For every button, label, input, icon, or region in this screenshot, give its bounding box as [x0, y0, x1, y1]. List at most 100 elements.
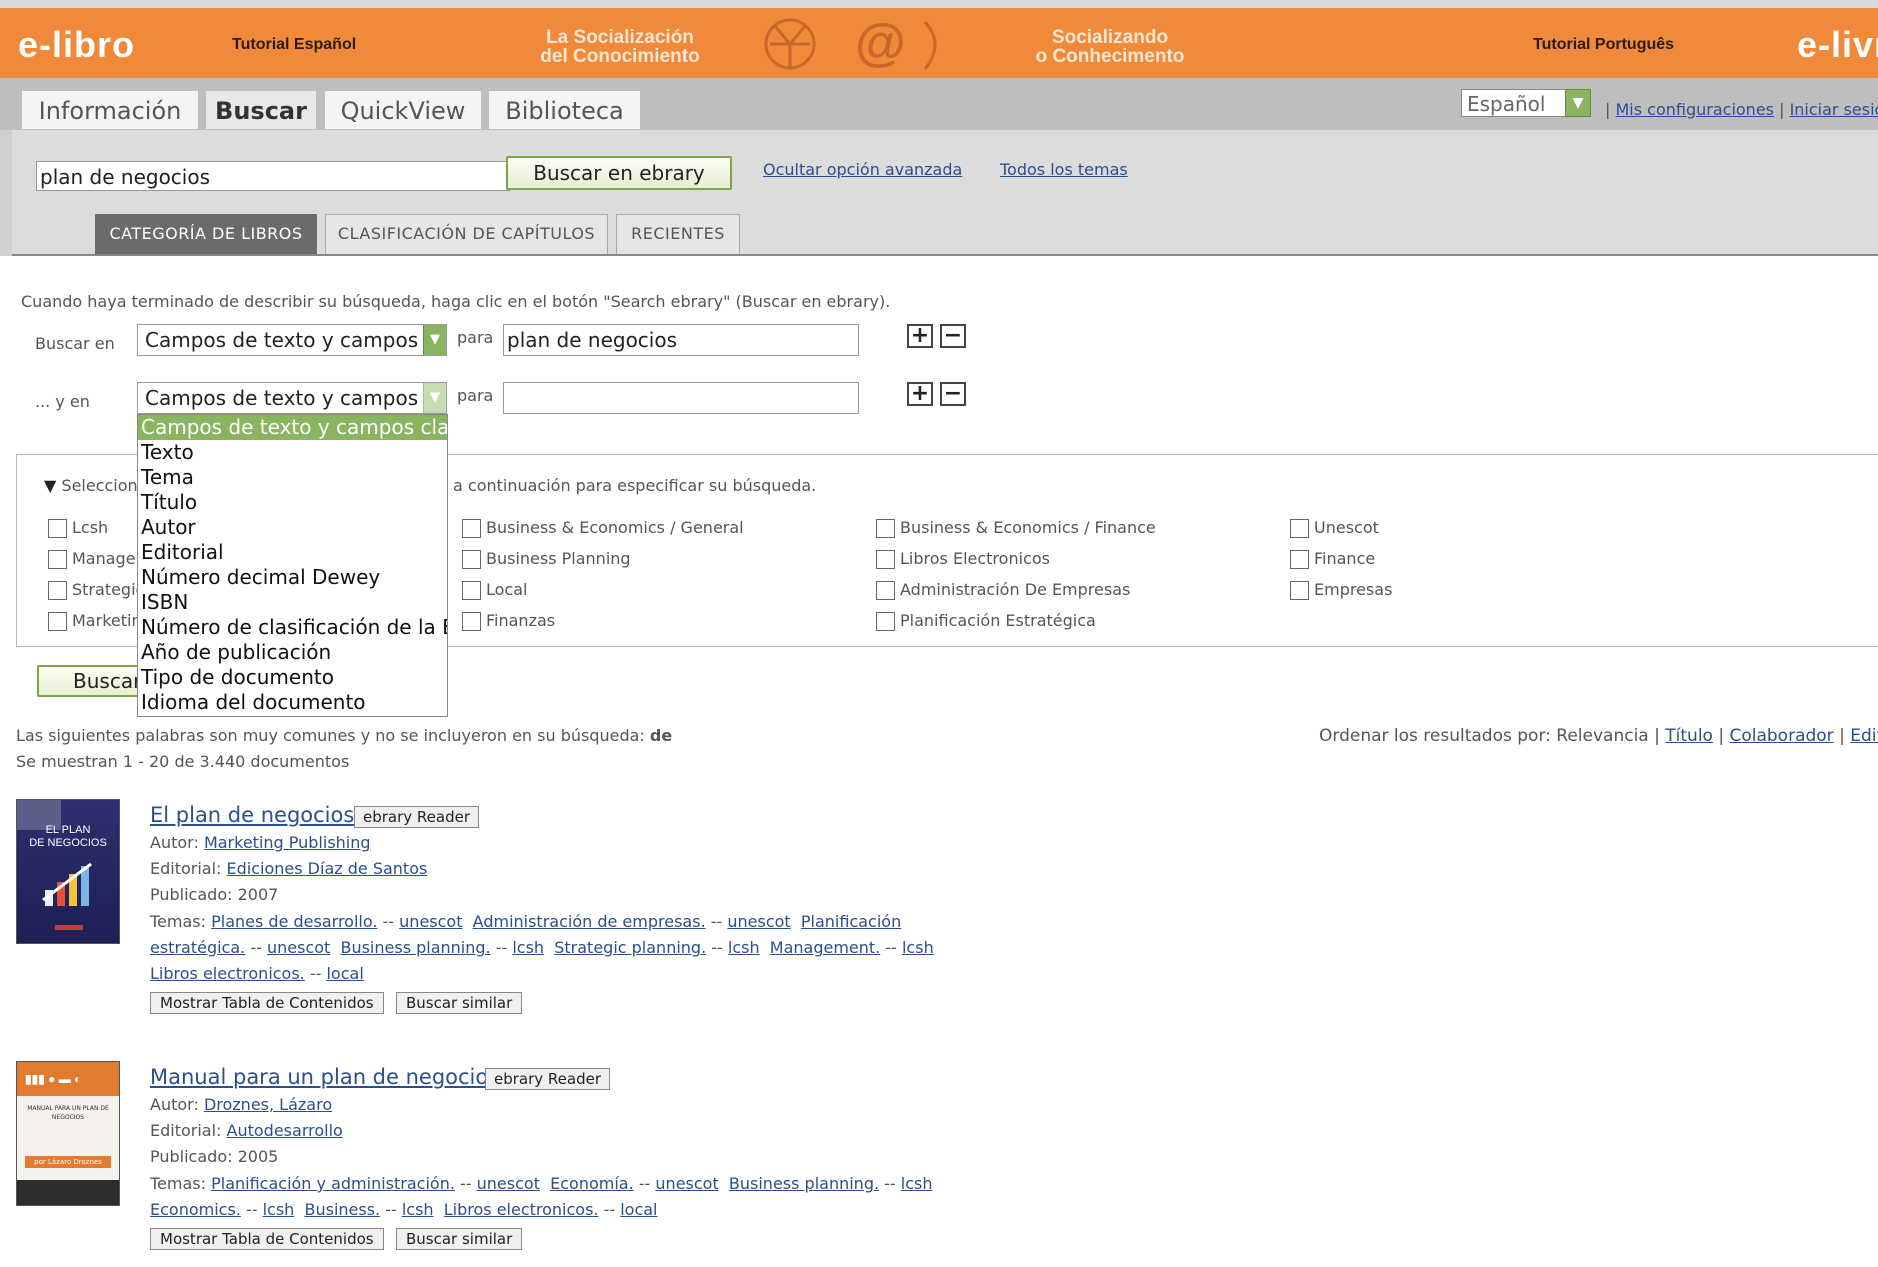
subject-link[interactable]: Economía.	[550, 1174, 634, 1193]
dropdown-option[interactable]: Tipo de documento	[138, 665, 447, 690]
logo-e-livro[interactable]: e-livro	[1797, 24, 1878, 66]
subject-source-link[interactable]: lcsh	[402, 1200, 434, 1219]
author-link[interactable]: Droznes, Lázaro	[204, 1095, 332, 1114]
subject-checkbox[interactable]	[876, 550, 895, 569]
result-title-link[interactable]: Manual para un plan de negocios	[150, 1065, 499, 1089]
iniciar-sesion-link[interactable]: Iniciar sesión	[1790, 100, 1878, 119]
subject-link[interactable]: Management.	[770, 938, 880, 957]
subject-link[interactable]: Planes de desarrollo.	[211, 912, 377, 931]
sort-editorial-link[interactable]: Editorial	[1850, 726, 1878, 746]
dropdown-option[interactable]: Autor	[138, 515, 447, 540]
ebrary-reader-button[interactable]: ebrary Reader	[354, 806, 480, 828]
search-input[interactable]: plan de negocios	[36, 161, 510, 191]
subject-link[interactable]: Planificación	[801, 912, 901, 931]
buscar-en-ebrary-button[interactable]: Buscar en ebrary	[506, 156, 732, 190]
subject-checkbox[interactable]	[48, 612, 67, 631]
subject-link[interactable]: Business planning.	[729, 1174, 879, 1193]
subject-checkbox[interactable]	[1290, 519, 1309, 538]
subject-source-link[interactable]: lcsh	[512, 938, 544, 957]
subject-checkbox[interactable]	[876, 519, 895, 538]
tab-buscar[interactable]: Buscar	[206, 91, 316, 129]
tab-categoria-de-libros[interactable]: CATEGORÍA DE LIBROS	[95, 214, 317, 254]
dropdown-option[interactable]: Número de clasificación de la Biblioteca…	[138, 615, 447, 640]
logo-e-libro[interactable]: e-libro	[18, 24, 135, 66]
subject-checkbox[interactable]	[462, 612, 481, 631]
mis-configuraciones-link[interactable]: Mis configuraciones	[1615, 100, 1774, 119]
chevron-down-icon[interactable]: ▼	[423, 325, 446, 355]
row1-value-input[interactable]: plan de negocios	[503, 324, 859, 356]
collapse-triangle-icon[interactable]: ▼	[44, 476, 56, 495]
tab-biblioteca[interactable]: Biblioteca	[489, 91, 640, 129]
dropdown-option[interactable]: Editorial	[138, 540, 447, 565]
subject-checkbox[interactable]	[48, 581, 67, 600]
publisher-link[interactable]: Ediciones Díaz de Santos	[227, 859, 428, 878]
tab-recientes[interactable]: RECIENTES	[616, 214, 740, 254]
subject-link[interactable]: Libros electronicos.	[150, 964, 305, 983]
row1-remove-button[interactable]: −	[940, 324, 966, 348]
row1-field-select[interactable]: Campos de texto y campos clave ▼	[137, 324, 447, 356]
subject-source-link[interactable]: local	[620, 1200, 657, 1219]
dropdown-option[interactable]: Texto	[138, 440, 447, 465]
author-link[interactable]: Marketing Publishing	[204, 833, 371, 852]
row1-add-button[interactable]: +	[907, 324, 933, 348]
dropdown-option[interactable]: Campos de texto y campos clave	[138, 415, 447, 440]
subject-link[interactable]: Economics.	[150, 1200, 241, 1219]
tab-clasificacion-de-capitulos[interactable]: CLASIFICACIÓN DE CAPÍTULOS	[325, 214, 608, 254]
subject-link[interactable]: Planificación y administración.	[211, 1174, 455, 1193]
subject-checkbox[interactable]	[48, 550, 67, 569]
subject-source-link[interactable]: lcsh	[902, 938, 934, 957]
todos-los-temas-link[interactable]: Todos los temas	[1000, 160, 1128, 179]
subject-link[interactable]: Strategic planning.	[554, 938, 706, 957]
publisher-link[interactable]: Autodesarrollo	[227, 1121, 343, 1140]
ebrary-reader-button[interactable]: ebrary Reader	[485, 1068, 611, 1090]
chevron-down-icon[interactable]: ▼	[1565, 89, 1591, 117]
language-select[interactable]: Español ▼	[1461, 89, 1591, 117]
subject-source-link[interactable]: lcsh	[901, 1174, 933, 1193]
dropdown-option[interactable]: Número decimal Dewey	[138, 565, 447, 590]
ocultar-opcion-avanzada-link[interactable]: Ocultar opción avanzada	[763, 160, 962, 179]
dropdown-option[interactable]: Idioma del documento	[138, 690, 447, 715]
row2-add-button[interactable]: +	[907, 382, 933, 406]
sort-colaborador-link[interactable]: Colaborador	[1729, 726, 1833, 746]
buscar-similar-button[interactable]: Buscar similar	[396, 992, 523, 1014]
buscar-similar-button[interactable]: Buscar similar	[396, 1228, 523, 1250]
subject-checkbox[interactable]	[462, 519, 481, 538]
tab-informacion[interactable]: Información	[22, 91, 198, 129]
row2-value-input[interactable]	[503, 382, 859, 414]
subject-checkbox[interactable]	[48, 519, 67, 538]
tutorial-espanol-link[interactable]: Tutorial Español	[232, 36, 356, 54]
tutorial-portugues-link[interactable]: Tutorial Português	[1533, 36, 1674, 54]
subject-link[interactable]: estratégica.	[150, 938, 245, 957]
subject-checkbox[interactable]	[876, 612, 895, 631]
subject-link[interactable]: Business.	[304, 1200, 380, 1219]
dropdown-option[interactable]: Tema	[138, 465, 447, 490]
subject-source-link[interactable]: unescot	[655, 1174, 718, 1193]
subject-source-link[interactable]: lcsh	[263, 1200, 295, 1219]
subject-checkbox[interactable]	[876, 581, 895, 600]
book-cover[interactable]: EL PLAN DE NEGOCIOS	[16, 799, 120, 944]
subject-source-link[interactable]: unescot	[477, 1174, 540, 1193]
chevron-down-icon[interactable]: ▼	[423, 383, 446, 413]
show-toc-button[interactable]: Mostrar Tabla de Contenidos	[150, 1228, 384, 1250]
subject-checkbox[interactable]	[462, 581, 481, 600]
subject-source-link[interactable]: unescot	[399, 912, 462, 931]
subject-link[interactable]: Libros electronicos.	[444, 1200, 599, 1219]
book-cover[interactable]: ▮▮▮ ● ▬ ◐ MANUAL PARA UN PLAN DE NEGOCIO…	[16, 1061, 120, 1206]
subject-source-link[interactable]: lcsh	[728, 938, 760, 957]
dropdown-option[interactable]: Título	[138, 490, 447, 515]
dropdown-option[interactable]: ISBN	[138, 590, 447, 615]
sort-titulo-link[interactable]: Título	[1665, 726, 1713, 746]
tab-quickview[interactable]: QuickView	[325, 91, 481, 129]
dropdown-option[interactable]: Año de publicación	[138, 640, 447, 665]
subject-source-link[interactable]: unescot	[727, 912, 790, 931]
subject-link[interactable]: Business planning.	[340, 938, 490, 957]
subject-link[interactable]: Administración de empresas.	[473, 912, 706, 931]
row2-remove-button[interactable]: −	[940, 382, 966, 406]
subject-checkbox[interactable]	[1290, 550, 1309, 569]
subject-source-link[interactable]: unescot	[267, 938, 330, 957]
row2-field-select[interactable]: Campos de texto y campos clave ▼	[137, 382, 447, 414]
subject-checkbox[interactable]	[1290, 581, 1309, 600]
subject-source-link[interactable]: local	[326, 964, 363, 983]
result-title-link[interactable]: El plan de negocios	[150, 803, 354, 827]
subject-checkbox[interactable]	[462, 550, 481, 569]
